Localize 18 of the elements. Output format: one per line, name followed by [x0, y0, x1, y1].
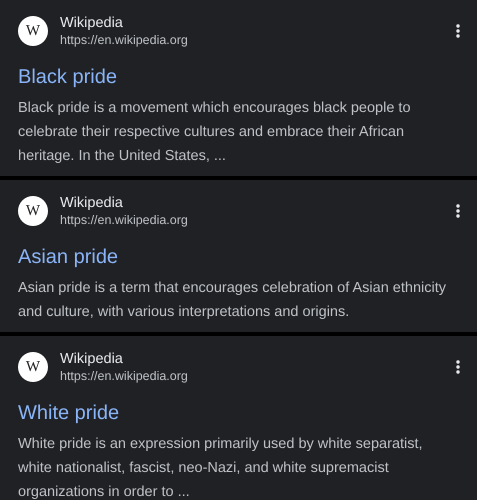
result-snippet: White pride is an expression primarily used by white separatist, white nationalist, fascist, neo-Nazi, and white supremacist organizations in order to ...	[18, 435, 424, 500]
more-options-icon[interactable]	[456, 360, 460, 374]
site-url: https://en.wikipedia.org	[60, 212, 189, 228]
result-title-link[interactable]: Black pride	[18, 64, 459, 90]
result-title-link[interactable]: Asian pride	[18, 244, 459, 270]
more-options-icon[interactable]	[456, 24, 460, 38]
site-favicon: W	[18, 352, 48, 382]
site-name: Wikipedia	[60, 350, 124, 368]
result-snippet: Black pride is a movement which encourages black people to celebrate their respective cultures and embrace their African heritage. In the United States, ...	[18, 99, 412, 166]
site-name: Wikipedia	[60, 194, 124, 212]
more-options-icon[interactable]	[456, 204, 460, 218]
site-name: Wikipedia	[60, 14, 124, 32]
site-favicon: W	[18, 196, 48, 226]
site-url: https://en.wikipedia.org	[60, 368, 189, 384]
site-url: https://en.wikipedia.org	[60, 32, 189, 48]
result-snippet: Asian pride is a term that encourages celebration of Asian ethnicity and culture, with various interpretations and origins.	[18, 279, 447, 322]
site-favicon: W	[18, 16, 48, 46]
result-title-link[interactable]: White pride	[18, 400, 459, 426]
